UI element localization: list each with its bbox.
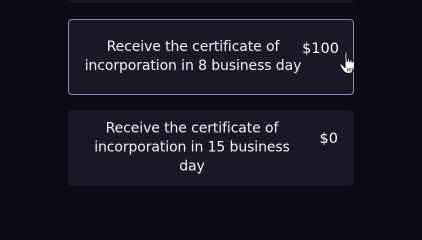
option-8-business-days[interactable]: Receive the certificate of incorporation… — [68, 19, 354, 95]
previous-option-card-edge[interactable] — [68, 0, 354, 3]
option-15-business-days[interactable]: Receive the certificate of incorporation… — [68, 110, 354, 186]
option-price: $100 — [302, 41, 339, 57]
delivery-options-page: Receive the certificate of incorporation… — [0, 0, 422, 207]
option-description: Receive the certificate of incorporation… — [94, 120, 290, 175]
option-description: Receive the certificate of incorporation… — [84, 39, 302, 74]
option-price: $0 — [319, 131, 338, 147]
